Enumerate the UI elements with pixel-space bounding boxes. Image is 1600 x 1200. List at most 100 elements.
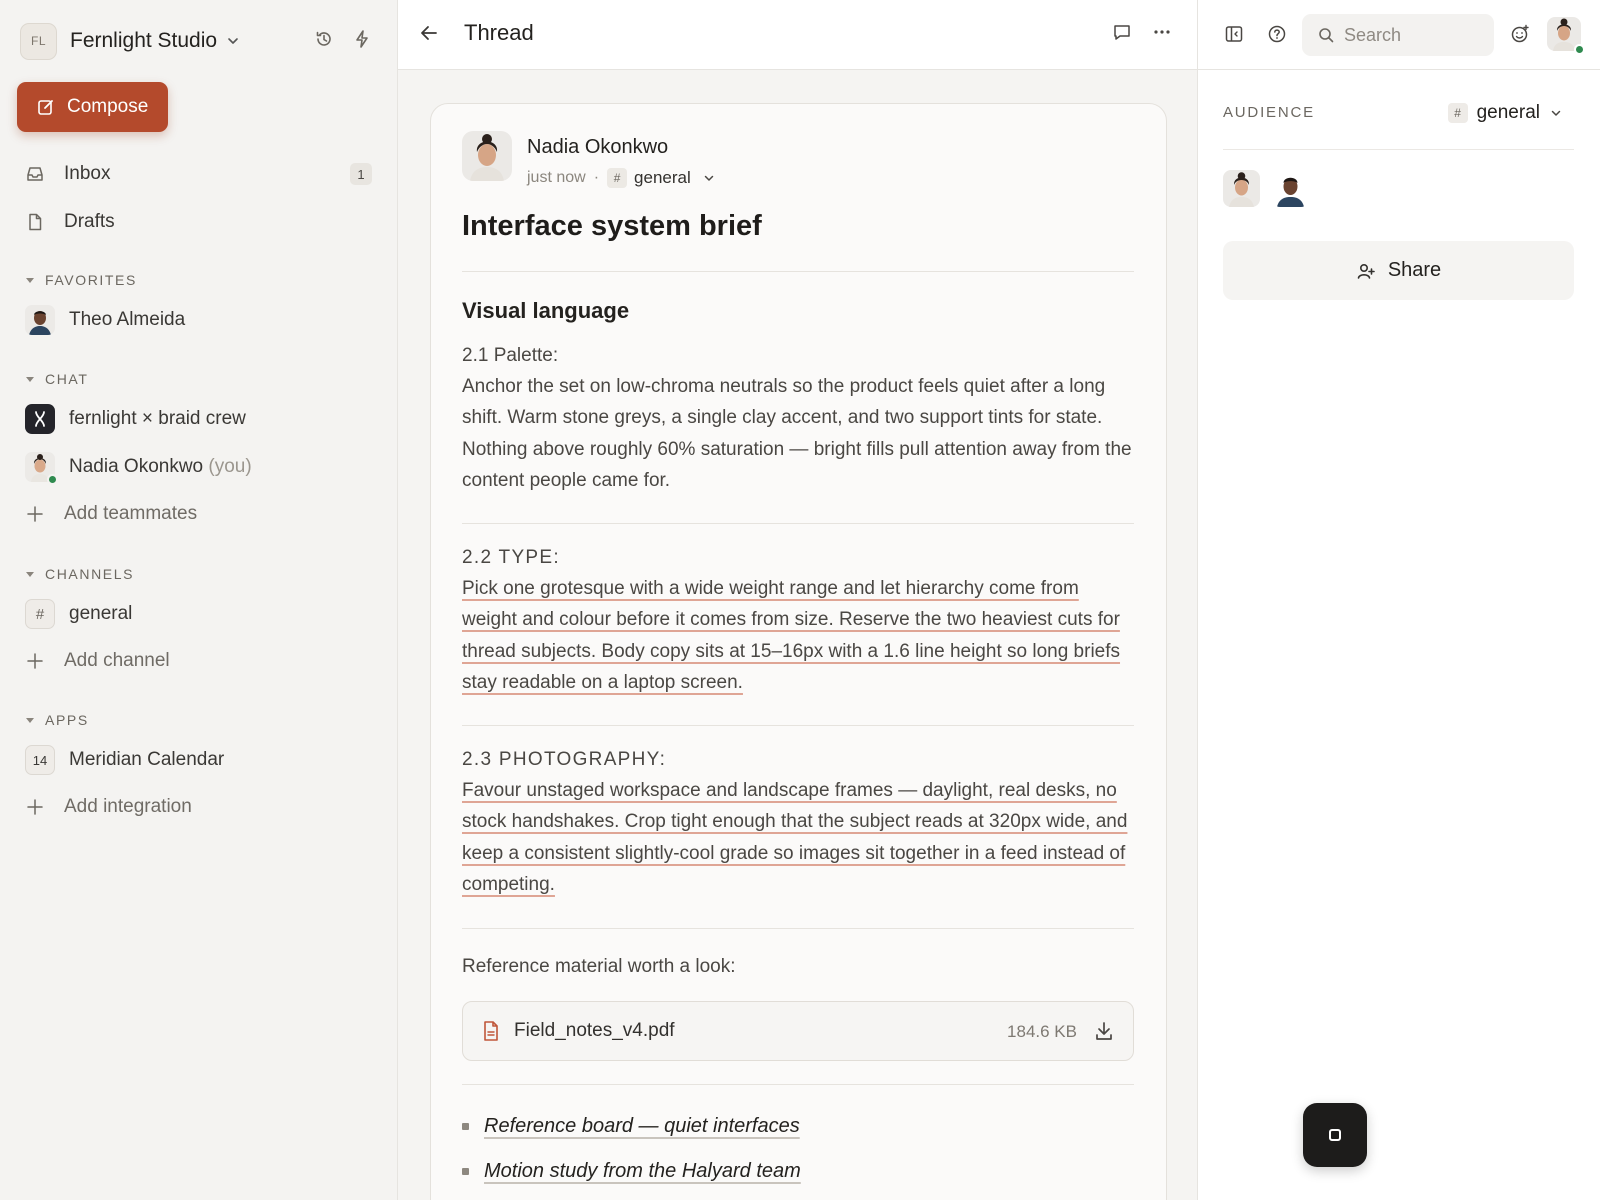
block-caption: 2.1 Palette:: [462, 345, 559, 366]
app-label: Meridian Calendar: [69, 749, 225, 770]
member-avatars: [1223, 170, 1309, 207]
bullet: [462, 1123, 469, 1130]
audience-selector[interactable]: # general: [1447, 102, 1562, 124]
author-name[interactable]: Nadia Okonkwo: [527, 136, 668, 159]
divider: [462, 928, 1134, 929]
share-button[interactable]: Share: [1223, 241, 1574, 300]
hash-icon: #: [25, 599, 55, 629]
section-heading: Visual language: [462, 298, 630, 323]
attachment-card[interactable]: Field_notes_v4.pdf 184.6 KB: [462, 1001, 1134, 1061]
chat-label: Nadia Okonkwo (you): [69, 456, 252, 478]
workspace-switcher[interactable]: FL Fernlight Studio: [20, 21, 380, 61]
chevron-down-icon[interactable]: [703, 172, 715, 184]
block-caption: 2.2 TYPE:: [462, 547, 560, 568]
nav-drafts[interactable]: Drafts: [20, 203, 376, 241]
add-person-icon: [1356, 261, 1376, 281]
divider: [462, 1084, 1134, 1085]
add-integration-button[interactable]: Add integration: [20, 788, 376, 826]
chat-section-header[interactable]: CHAT: [26, 371, 88, 387]
current-user-avatar[interactable]: [1547, 17, 1585, 55]
thread-header: Thread: [398, 0, 1197, 70]
back-arrow-icon[interactable]: [418, 22, 440, 44]
message-card: Nadia Okonkwo just now · # general Inter…: [430, 103, 1167, 1200]
calendar-icon: 14: [25, 745, 55, 775]
add-teammates-label: Add teammates: [64, 503, 198, 524]
thread-subject: Interface system brief: [462, 210, 762, 242]
attachment-size: 184.6 KB: [1007, 1022, 1077, 1041]
attachment-name: Field_notes_v4.pdf: [514, 1020, 675, 1041]
favorites-title: FAVORITES: [45, 272, 137, 288]
channel-general[interactable]: # general: [25, 595, 381, 633]
thread-pane: Thread Nadia Okonkwo just now · # genera…: [398, 0, 1198, 1200]
search-input[interactable]: [1344, 24, 1484, 46]
add-integration-label: Add integration: [64, 796, 192, 817]
details-panel: AUDIENCE # general Share: [1198, 0, 1600, 1200]
online-status-dot: [47, 474, 58, 485]
hash-icon: #: [607, 168, 628, 188]
inbox-count-badge: 1: [350, 163, 372, 185]
nav-inbox-label: Inbox: [64, 163, 111, 184]
search-box[interactable]: [1302, 14, 1494, 56]
details-header: [1198, 0, 1600, 70]
divider: [462, 523, 1134, 524]
timestamp: just now: [527, 169, 586, 186]
apps-section-header[interactable]: APPS: [26, 712, 89, 728]
add-teammates-button[interactable]: Add teammates: [20, 495, 376, 533]
workspace-logo: FL: [20, 22, 57, 60]
author-avatar[interactable]: [462, 131, 512, 181]
app-meridian-calendar[interactable]: 14 Meridian Calendar: [25, 741, 381, 779]
compose-icon: [37, 98, 55, 116]
floating-action-button[interactable]: [1303, 1103, 1367, 1167]
channels-section-header[interactable]: CHANNELS: [26, 566, 134, 582]
avatar[interactable]: [1272, 170, 1309, 207]
help-icon[interactable]: [1267, 24, 1287, 44]
workspace-name: Fernlight Studio: [70, 29, 218, 52]
reference-link[interactable]: Reference board — quiet interfaces: [484, 1115, 800, 1138]
plus-icon: [20, 646, 50, 676]
hash-icon: #: [1447, 103, 1468, 123]
chat-name: Nadia Okonkwo: [69, 456, 204, 477]
apps-title: APPS: [45, 712, 89, 728]
share-label: Share: [1387, 259, 1442, 281]
more-options-icon[interactable]: [1152, 22, 1172, 42]
panel-toggle-icon[interactable]: [1224, 24, 1244, 44]
sidebar: FL Fernlight Studio Compose Inbox 1 Draf…: [0, 0, 398, 1200]
avatar-wrapper: [25, 452, 58, 485]
avatar[interactable]: [1223, 170, 1260, 207]
bullet: [462, 1168, 469, 1175]
nav-drafts-label: Drafts: [64, 211, 115, 232]
separator-dot: ·: [593, 169, 600, 186]
lightning-icon[interactable]: [352, 29, 372, 49]
emoji-reaction-icon[interactable]: [1510, 24, 1530, 44]
divider: [1223, 149, 1574, 150]
channel-selector[interactable]: general: [634, 168, 691, 188]
channels-title: CHANNELS: [45, 566, 135, 582]
download-icon[interactable]: [1093, 1020, 1115, 1042]
type-block: 2.2 TYPE: Pick one grotesque with a wide…: [462, 542, 1134, 698]
block-text-highlighted: Pick one grotesque with a wide weight ra…: [462, 578, 1121, 693]
document-icon: [20, 207, 50, 237]
you-suffix: (you): [208, 456, 252, 477]
history-icon[interactable]: [314, 29, 334, 49]
chat-nadia-okonkwo[interactable]: Nadia Okonkwo (you): [25, 448, 381, 486]
divider: [462, 725, 1134, 726]
compose-label: Compose: [67, 96, 149, 117]
chat-label: fernlight × braid crew: [69, 408, 246, 429]
block-caption: 2.3 PHOTOGRAPHY:: [462, 749, 667, 770]
add-channel-button[interactable]: Add channel: [20, 642, 376, 680]
favorite-label: Theo Almeida: [69, 309, 186, 330]
favorites-section-header[interactable]: FAVORITES: [26, 272, 137, 288]
page-title: Thread: [464, 20, 534, 45]
message-meta: just now · # general: [527, 168, 715, 188]
comment-icon[interactable]: [1112, 22, 1132, 42]
avatar: [25, 305, 55, 335]
reference-label: Reference material worth a look:: [462, 956, 736, 977]
channel-label: general: [69, 603, 133, 624]
pdf-file-icon: [481, 1020, 501, 1042]
collapse-triangle-icon: [26, 717, 34, 723]
compose-button[interactable]: Compose: [17, 82, 168, 132]
chat-fernlight-braid[interactable]: fernlight × braid crew: [25, 400, 381, 438]
reference-link[interactable]: Motion study from the Halyard team: [484, 1160, 801, 1183]
nav-inbox[interactable]: Inbox 1: [20, 155, 376, 193]
favorite-theo-almeida[interactable]: Theo Almeida: [25, 301, 381, 339]
